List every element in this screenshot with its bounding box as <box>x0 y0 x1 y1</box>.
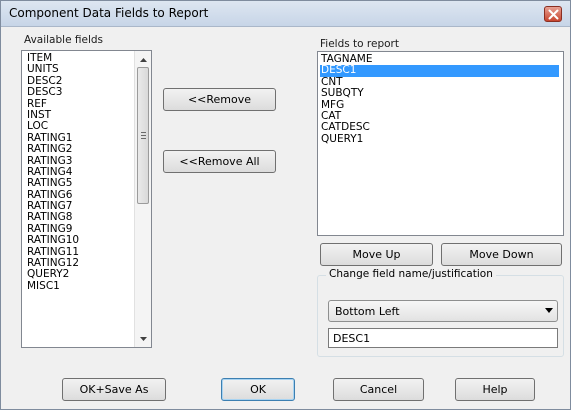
available-fields-scrollbar[interactable] <box>134 51 151 347</box>
list-item[interactable]: RATING10 <box>26 234 133 246</box>
list-item[interactable]: RATING2 <box>26 143 133 155</box>
fields-to-report-label: Fields to report <box>320 38 399 50</box>
list-item[interactable]: SUBQTY <box>320 87 559 99</box>
scroll-grip-icon <box>141 132 146 139</box>
dialog-window: Component Data Fields to Report Availabl… <box>0 0 571 410</box>
close-button[interactable] <box>544 6 562 22</box>
help-button[interactable]: Help <box>455 378 535 401</box>
list-item[interactable]: MISC1 <box>26 280 133 292</box>
list-item[interactable]: QUERY1 <box>320 133 559 145</box>
cancel-button[interactable]: Cancel <box>333 378 424 401</box>
ok-save-as-button[interactable]: OK+Save As <box>62 378 166 401</box>
justification-dropdown[interactable]: Bottom Left <box>328 300 558 322</box>
change-field-group: Change field name/justification Bottom L… <box>317 268 564 357</box>
available-fields-label: Available fields <box>24 34 103 46</box>
scroll-thumb[interactable] <box>137 67 149 204</box>
scroll-down-arrow[interactable] <box>135 331 151 346</box>
list-item[interactable]: DESC1 <box>320 64 559 77</box>
list-item[interactable]: RATING5 <box>26 177 133 189</box>
list-item[interactable]: DESC3 <box>26 86 133 98</box>
close-icon <box>548 9 559 20</box>
chevron-down-icon <box>545 308 553 313</box>
scroll-up-arrow[interactable] <box>135 52 151 67</box>
field-name-input[interactable] <box>328 328 558 348</box>
remove-all-button[interactable]: <<Remove All <box>163 150 276 173</box>
move-up-button[interactable]: Move Up <box>320 243 433 266</box>
available-fields-list[interactable]: ITEM UNITS DESC2 DESC3 REF INST LOC RATING1 RATI… <box>21 50 152 348</box>
scroll-down-icon <box>139 336 147 341</box>
ok-button[interactable]: OK <box>221 378 295 401</box>
list-item[interactable]: MFG <box>320 99 559 111</box>
justification-value: Bottom Left <box>335 305 400 318</box>
scroll-up-icon <box>139 57 147 62</box>
move-down-button[interactable]: Move Down <box>441 243 562 266</box>
change-field-group-label: Change field name/justification <box>326 268 496 280</box>
remove-button[interactable]: <<Remove <box>163 88 276 111</box>
available-fields-items: ITEM UNITS DESC2 DESC3 REF INST LOC RATING1 RATI… <box>26 52 133 292</box>
title-bar[interactable]: Component Data Fields to Report <box>1 1 570 27</box>
fields-to-report-items: TAGNAME DESC1 CNT SUBQTY MFG CAT CATDESC QUERY1 <box>320 53 559 145</box>
fields-to-report-list[interactable]: TAGNAME DESC1 CNT SUBQTY MFG CAT CATDESC QUERY1 <box>317 51 564 236</box>
dialog-title: Component Data Fields to Report <box>9 6 209 20</box>
